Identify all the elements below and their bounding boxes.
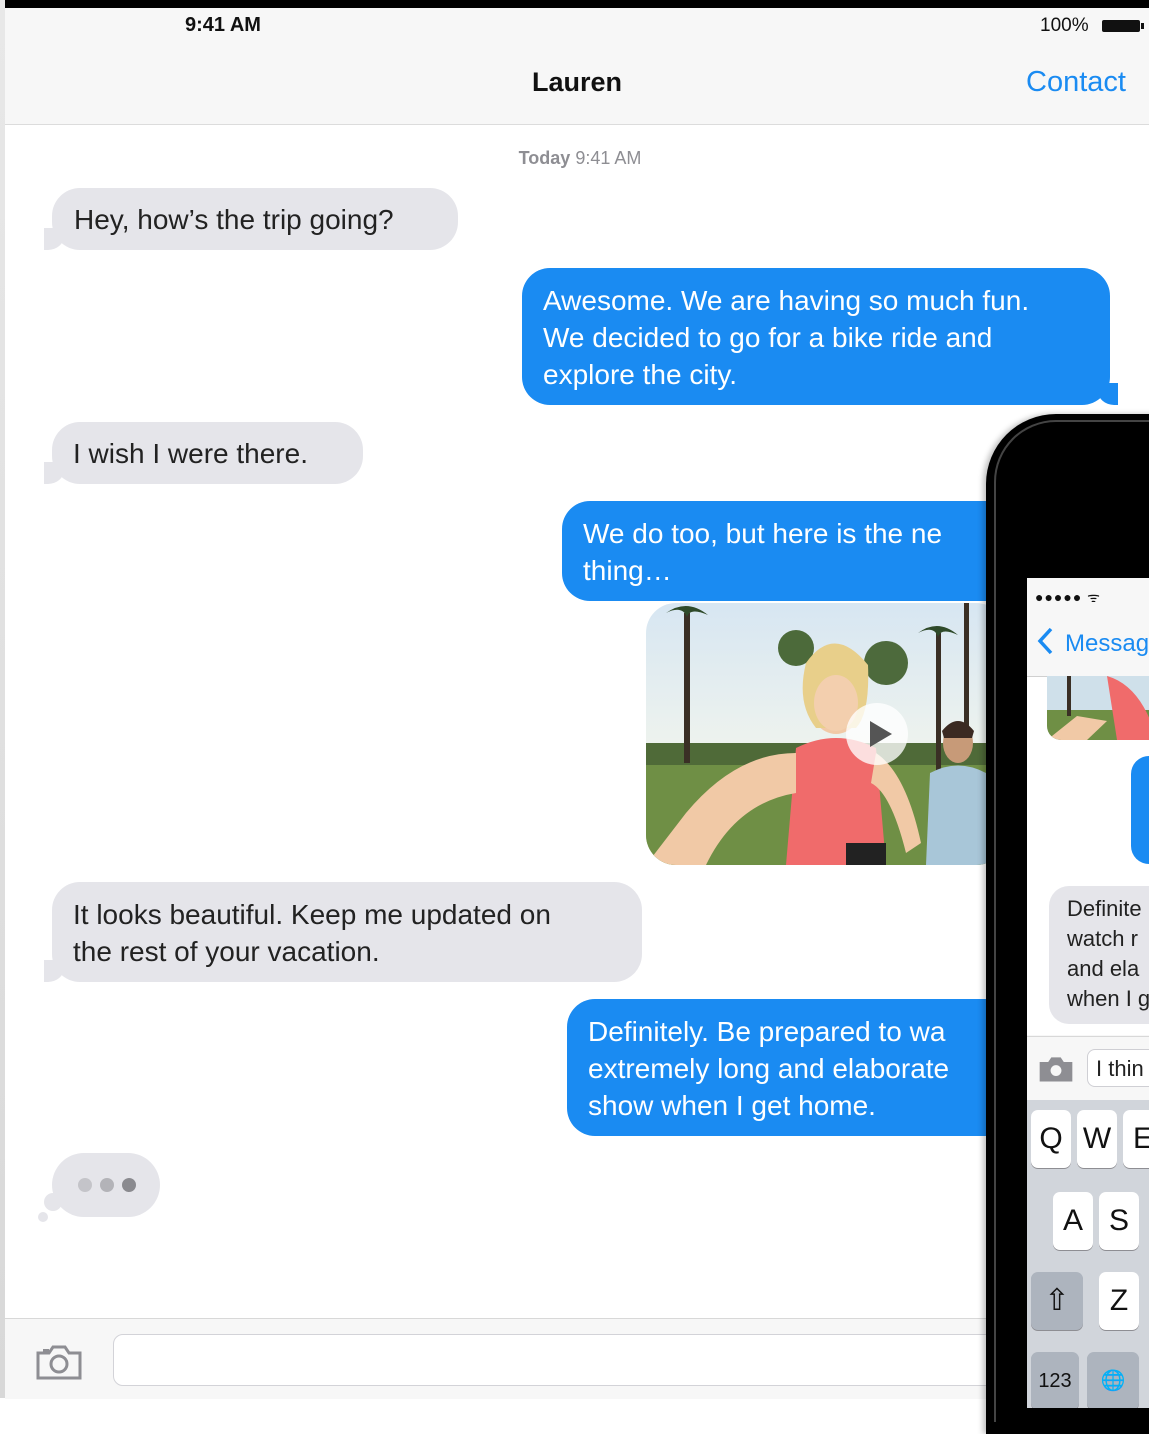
iphone-status-bar: ●●●●● ᯤ	[1035, 589, 1101, 605]
numbers-key[interactable]: 123	[1031, 1352, 1079, 1408]
message-text-line: Definite	[1067, 896, 1142, 921]
top-edge	[0, 0, 1149, 8]
message-text-line: explore the city.	[543, 359, 738, 390]
conversation-title: Lauren	[531, 67, 623, 97]
iphone-message-bubble-outgoing[interactable]	[1131, 756, 1149, 864]
iphone-screen: ●●●●● ᯤ Messag Definite watch r and ela …	[1027, 578, 1149, 1408]
typing-indicator	[52, 1153, 160, 1217]
message-text-line: when I g	[1067, 986, 1149, 1011]
messages-back-button[interactable]: Messag	[1065, 630, 1149, 658]
typing-dot	[78, 1178, 92, 1192]
timestamp-time: 9:41 AM	[575, 148, 642, 168]
message-text-line: thing…	[583, 555, 672, 586]
message-text-line: watch r	[1067, 926, 1138, 951]
key-s[interactable]: S	[1099, 1192, 1139, 1250]
shift-key[interactable]: ⇧	[1031, 1272, 1083, 1330]
typing-indicator-tail	[38, 1212, 48, 1222]
globe-icon[interactable]: 🌐	[1087, 1352, 1139, 1408]
message-input-bar	[5, 1318, 1149, 1399]
key-e[interactable]: E	[1123, 1110, 1149, 1168]
message-text-line: extremely long and elaborate	[588, 1053, 950, 1084]
play-icon[interactable]	[846, 703, 908, 765]
message-text-line: It looks beautiful. Keep me updated on	[73, 899, 551, 930]
message-bubble-incoming[interactable]: I wish I were there.	[44, 422, 363, 484]
key-q[interactable]: Q	[1031, 1110, 1071, 1168]
navigation-bar: Lauren Contact	[5, 44, 1149, 125]
video-attachment[interactable]	[646, 603, 1006, 865]
status-time: 9:41 AM	[185, 14, 261, 36]
battery-percentage: 100%	[1040, 15, 1089, 36]
message-text-line: Definitely. Be prepared to wa	[588, 1016, 946, 1047]
iphone-keyboard: Q W E A S ⇧ Z 123 🌐	[1027, 1100, 1149, 1408]
message-text-line: We decided to go for a bike ride and	[543, 322, 993, 353]
message-text: I wish I were there.	[73, 438, 308, 469]
vacation-video-thumbnail	[646, 603, 1006, 865]
contact-button[interactable]: Contact	[1026, 66, 1126, 99]
message-text-line: the rest of your vacation.	[73, 936, 380, 967]
message-bubble-incoming[interactable]: Hey, how’s the trip going?	[44, 188, 458, 250]
message-input[interactable]	[113, 1334, 1113, 1386]
iphone-message-bubble-incoming[interactable]: Definite watch r and ela when I g	[1049, 886, 1149, 1024]
key-z[interactable]: Z	[1099, 1272, 1139, 1330]
camera-icon[interactable]	[35, 1344, 83, 1385]
battery-icon	[1102, 20, 1144, 32]
message-text: Hey, how’s the trip going?	[74, 204, 394, 235]
chevron-left-icon[interactable]	[1035, 626, 1055, 663]
message-bubble-outgoing[interactable]: We do too, but here is the ne thing…	[562, 501, 1032, 601]
left-edge	[0, 0, 5, 1398]
iphone-photo-thumbnail[interactable]	[1047, 676, 1149, 740]
message-text-line: and ela	[1067, 956, 1140, 981]
message-bubble-outgoing[interactable]: Awesome. We are having so much fun. We d…	[522, 268, 1118, 405]
key-w[interactable]: W	[1077, 1110, 1117, 1168]
typing-dot	[100, 1178, 114, 1192]
message-bubble-incoming[interactable]: It looks beautiful. Keep me updated on t…	[44, 882, 642, 982]
message-timestamp: Today 9:41 AM	[0, 148, 1149, 169]
typing-dot	[122, 1178, 136, 1192]
timestamp-day: Today	[518, 148, 571, 168]
message-bubble-outgoing[interactable]: Definitely. Be prepared to wa extremely …	[567, 999, 1027, 1136]
message-text-line: We do too, but here is the ne	[583, 518, 943, 549]
iphone-input-bar: I thin	[1027, 1036, 1149, 1101]
camera-icon[interactable]	[1037, 1055, 1075, 1088]
iphone-message-input[interactable]: I thin	[1087, 1049, 1149, 1087]
message-text-line: Awesome. We are having so much fun.	[543, 285, 1030, 316]
message-text-line: show when I get home.	[588, 1090, 876, 1121]
status-bar	[5, 8, 1149, 44]
key-a[interactable]: A	[1053, 1192, 1093, 1250]
